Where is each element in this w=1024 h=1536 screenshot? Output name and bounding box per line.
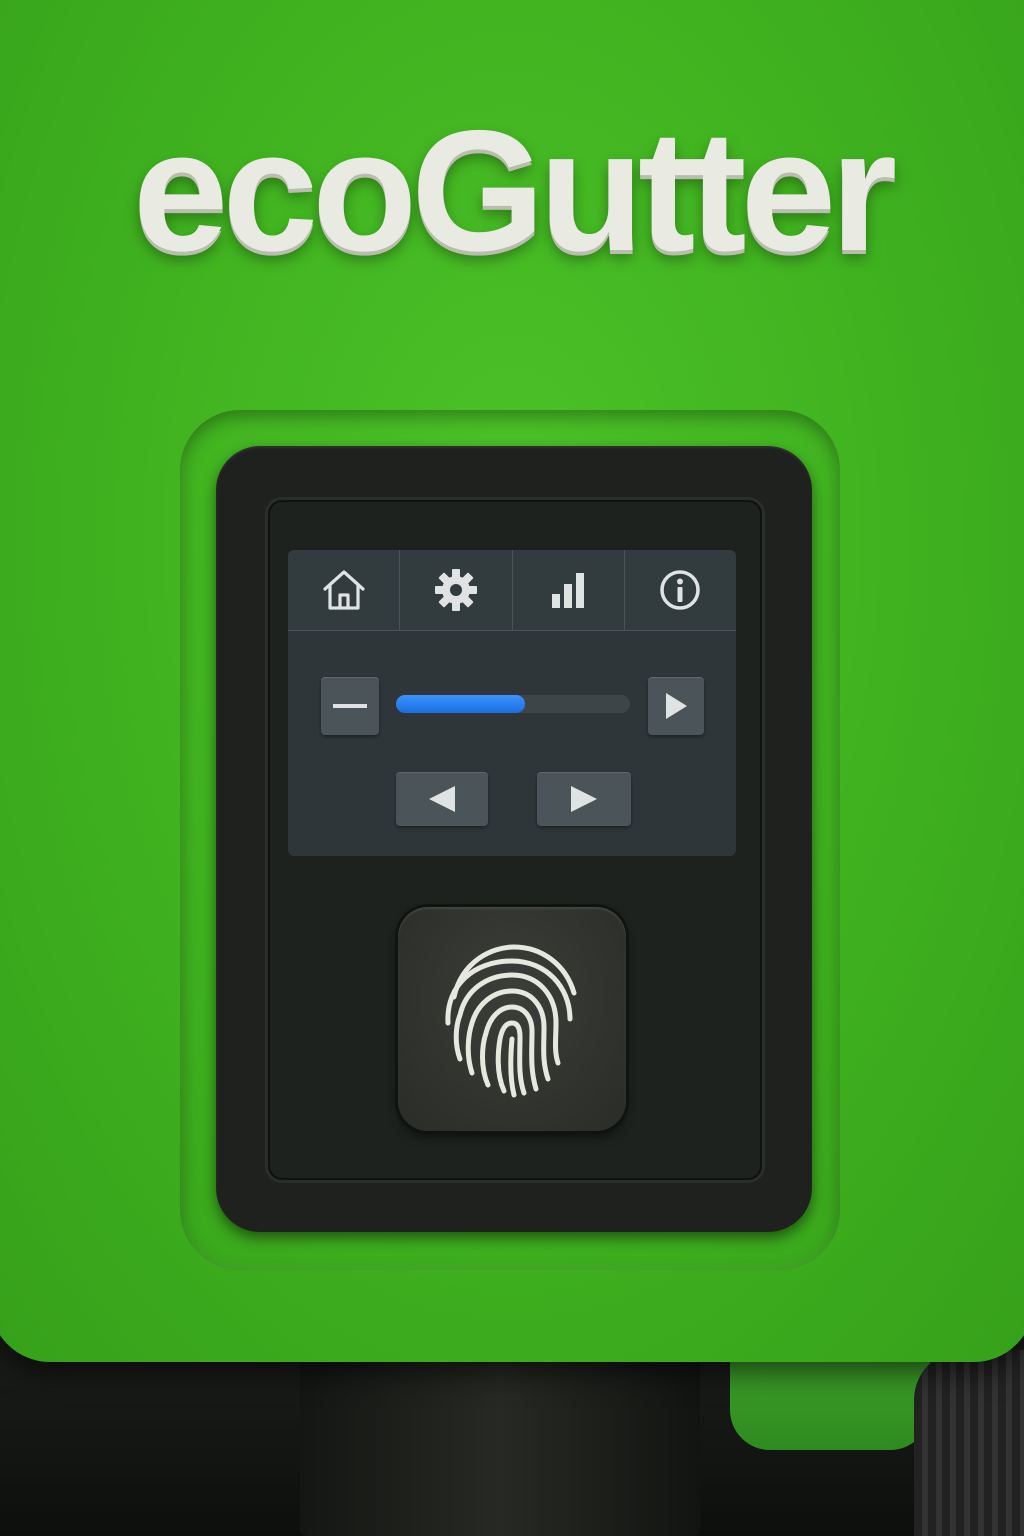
level-slider[interactable] — [396, 695, 630, 713]
signal-bars-icon — [552, 573, 585, 608]
nav-item-settings[interactable] — [400, 550, 513, 630]
brand-logo: ecoGutter — [132, 95, 897, 287]
minus-icon — [333, 704, 367, 708]
next-button[interactable] — [537, 772, 631, 826]
nav-item-stats[interactable] — [513, 550, 625, 630]
fingerprint-icon — [445, 944, 577, 1098]
increase-button[interactable] — [648, 677, 704, 735]
home-icon — [323, 570, 365, 610]
decrease-button[interactable] — [321, 677, 379, 735]
nav-item-home[interactable] — [288, 550, 401, 630]
previous-button[interactable] — [396, 772, 488, 826]
arrow-left-icon — [429, 786, 455, 812]
fingerprint-sensor[interactable] — [398, 907, 626, 1131]
nav-bar — [288, 550, 736, 631]
cable — [914, 1350, 1024, 1536]
info-icon — [660, 570, 701, 610]
slider-fill — [396, 695, 525, 713]
nav-item-info[interactable] — [625, 550, 736, 630]
gear-icon — [434, 569, 477, 611]
arrow-right-icon — [571, 786, 597, 812]
housing-side-panel — [730, 1350, 930, 1450]
control-panel — [288, 550, 736, 856]
device-stand — [300, 1350, 700, 1536]
play-right-icon — [666, 693, 687, 719]
